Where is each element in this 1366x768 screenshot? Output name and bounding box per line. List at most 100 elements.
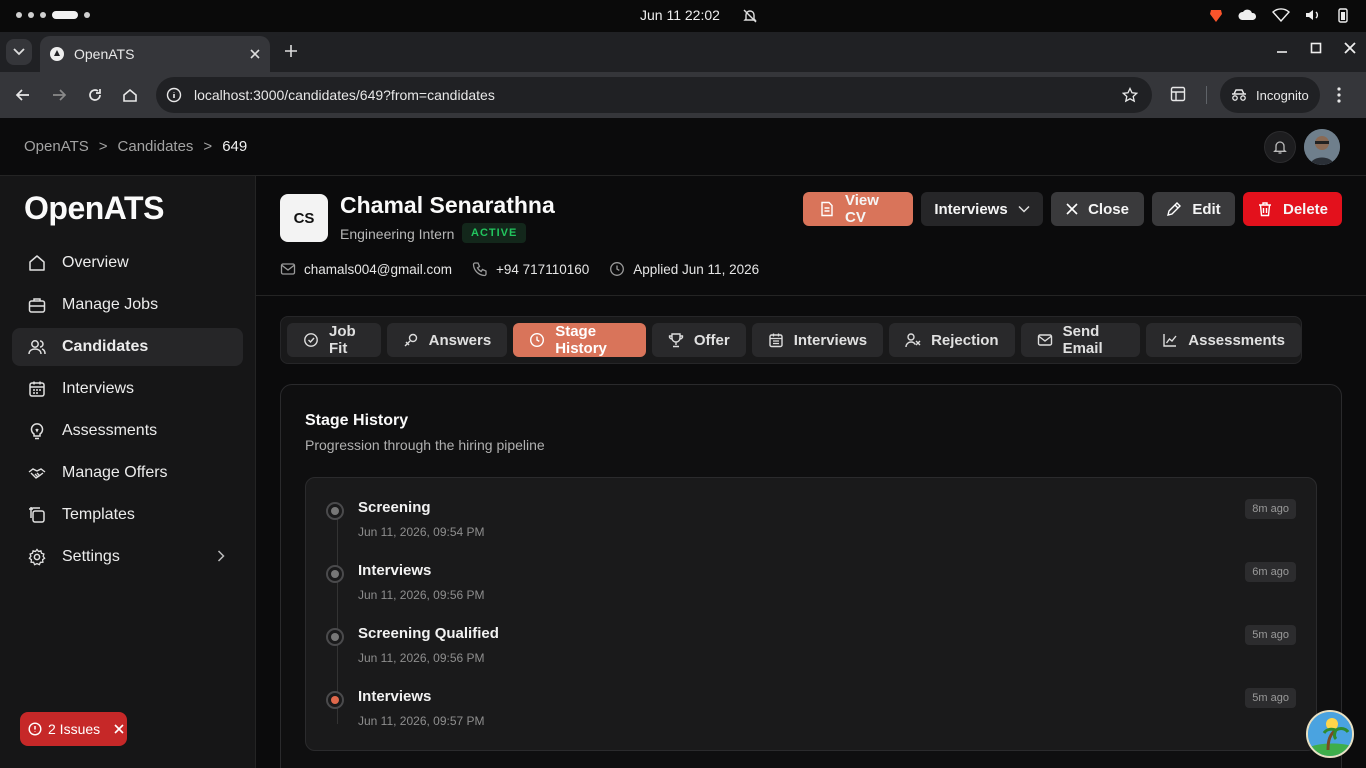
close-button[interactable]: Close [1051, 192, 1144, 226]
url-text[interactable]: localhost:3000/candidates/649?from=candi… [194, 87, 495, 103]
interviews-dropdown-button[interactable]: Interviews [921, 192, 1043, 226]
bookmark-star-icon[interactable] [1122, 87, 1138, 103]
assistant-bubble-icon[interactable] [1306, 710, 1354, 758]
browser-menu-icon[interactable] [1336, 86, 1342, 104]
address-bar[interactable]: localhost:3000/candidates/649?from=candi… [156, 77, 1152, 113]
stage-name: Screening [358, 499, 431, 516]
notifications-muted-icon[interactable] [742, 8, 758, 24]
timeline-entry: Screening Jun 11, 2026, 09:54 PM 8m ago [306, 478, 1316, 541]
chevron-down-icon [1018, 205, 1030, 213]
email-item[interactable]: chamals004@gmail.com [280, 261, 452, 277]
alert-circle-icon [28, 722, 42, 736]
users-icon [28, 338, 46, 356]
tab-label: Offer [693, 331, 730, 349]
mail-icon [1037, 332, 1053, 348]
workspace-indicator[interactable] [16, 11, 90, 19]
close-tab-icon[interactable] [250, 49, 260, 59]
app-header: OpenATS > Candidates > 649 [0, 118, 1366, 176]
timeline-entry-current: Interviews Jun 11, 2026, 09:57 PM 5m ago [306, 667, 1316, 730]
sidebar-item-label: Interviews [62, 380, 135, 397]
breadcrumb-current: 649 [222, 138, 248, 155]
chevron-right-icon [217, 550, 225, 562]
volume-icon[interactable] [1304, 8, 1322, 22]
home-icon[interactable] [122, 87, 138, 103]
tab-offer[interactable]: Offer [651, 323, 746, 357]
brave-icon[interactable] [1208, 7, 1224, 23]
view-cv-button[interactable]: View CV [803, 192, 913, 226]
tab-label: Send Email [1062, 323, 1103, 357]
incognito-button[interactable]: Incognito [1220, 77, 1320, 113]
bell-icon [1272, 139, 1288, 155]
pencil-icon [1166, 201, 1182, 217]
phone-item[interactable]: +94 717110160 [472, 261, 589, 277]
battery-icon[interactable] [1336, 7, 1350, 23]
user-avatar[interactable] [1304, 129, 1340, 165]
stage-history-card: Stage History Progression through the hi… [280, 384, 1342, 768]
stage-date: Jun 11, 2026, 09:56 PM [358, 588, 485, 602]
minimize-icon[interactable] [1276, 42, 1288, 54]
sidebar-item-overview[interactable]: Overview [12, 244, 243, 282]
edit-button[interactable]: Edit [1152, 192, 1235, 226]
back-icon[interactable] [15, 87, 31, 103]
sidebar-item-label: Manage Jobs [62, 296, 159, 313]
close-window-icon[interactable] [1344, 42, 1356, 54]
os-clock[interactable]: Jun 11 22:02 [640, 7, 720, 23]
sidebar-item-settings[interactable]: Settings [12, 538, 243, 576]
user-x-icon [905, 332, 921, 348]
sidebar-item-templates[interactable]: Templates [12, 496, 243, 534]
tab-assessments[interactable]: Assessments [1146, 323, 1301, 357]
issues-badge[interactable]: 2 Issues [20, 712, 127, 746]
sidebar-item-manage-offers[interactable]: Manage Offers [12, 454, 243, 492]
sidebar-item-manage-jobs[interactable]: Manage Jobs [12, 286, 243, 324]
breadcrumb-home[interactable]: OpenATS [24, 138, 89, 155]
relative-time-badge: 8m ago [1245, 499, 1296, 519]
phone-icon [472, 261, 488, 277]
card-subtitle: Progression through the hiring pipeline [305, 437, 545, 453]
clock-icon [609, 261, 625, 277]
side-panel-icon[interactable] [1170, 86, 1186, 102]
candidate-email: chamals004@gmail.com [304, 261, 453, 277]
sidebar-item-candidates[interactable]: Candidates [12, 328, 243, 366]
stage-name: Interviews [358, 688, 432, 705]
tab-job-fit[interactable]: Job Fit [287, 323, 381, 357]
relative-time-badge: 5m ago [1245, 688, 1296, 708]
card-title: Stage History [305, 412, 409, 429]
tab-stage-history[interactable]: Stage History [513, 323, 646, 357]
notifications-button[interactable] [1264, 131, 1296, 163]
tab-label: Stage History [555, 323, 607, 357]
breadcrumb-candidates[interactable]: Candidates [118, 138, 194, 155]
tab-label: Answers [428, 331, 492, 349]
tab-answers[interactable]: Answers [386, 323, 508, 357]
timeline-dot [326, 628, 344, 646]
wifi-icon[interactable] [1272, 8, 1290, 22]
favicon-icon [50, 47, 64, 61]
os-top-bar: Jun 11 22:02 [0, 0, 1366, 32]
status-badge: ACTIVE [462, 223, 527, 243]
candidate-tabs: Job Fit Answers Stage History Offer Inte… [280, 316, 1302, 364]
clock-icon [529, 332, 545, 348]
forward-icon[interactable] [51, 87, 67, 103]
site-info-icon[interactable] [166, 87, 182, 103]
brand-logo[interactable]: OpenATS [24, 190, 164, 227]
breadcrumb-separator: > [203, 138, 213, 155]
sidebar-item-assessments[interactable]: Assessments [12, 412, 243, 450]
cloud-icon[interactable] [1238, 8, 1258, 22]
relative-time-badge: 5m ago [1245, 625, 1296, 645]
close-label: Close [1088, 200, 1129, 218]
tab-interviews[interactable]: Interviews [751, 323, 884, 357]
tab-rejection[interactable]: Rejection [889, 323, 1015, 357]
home-icon [28, 254, 46, 272]
stage-timeline: Screening Jun 11, 2026, 09:54 PM 8m ago … [305, 477, 1317, 751]
sidebar-item-interviews[interactable]: Interviews [12, 370, 243, 408]
maximize-icon[interactable] [1310, 42, 1322, 54]
reload-icon[interactable] [87, 87, 103, 103]
browser-tab[interactable]: OpenATS [40, 36, 270, 72]
gear-icon [28, 548, 46, 566]
tab-search-button[interactable] [6, 39, 32, 65]
delete-button[interactable]: Delete [1243, 192, 1342, 226]
new-tab-icon[interactable] [282, 42, 300, 60]
dismiss-issues-icon[interactable] [114, 724, 124, 734]
timeline-entry: Screening Qualified Jun 11, 2026, 09:56 … [306, 604, 1316, 667]
tab-send-email[interactable]: Send Email [1020, 323, 1141, 357]
edit-label: Edit [1192, 200, 1221, 218]
